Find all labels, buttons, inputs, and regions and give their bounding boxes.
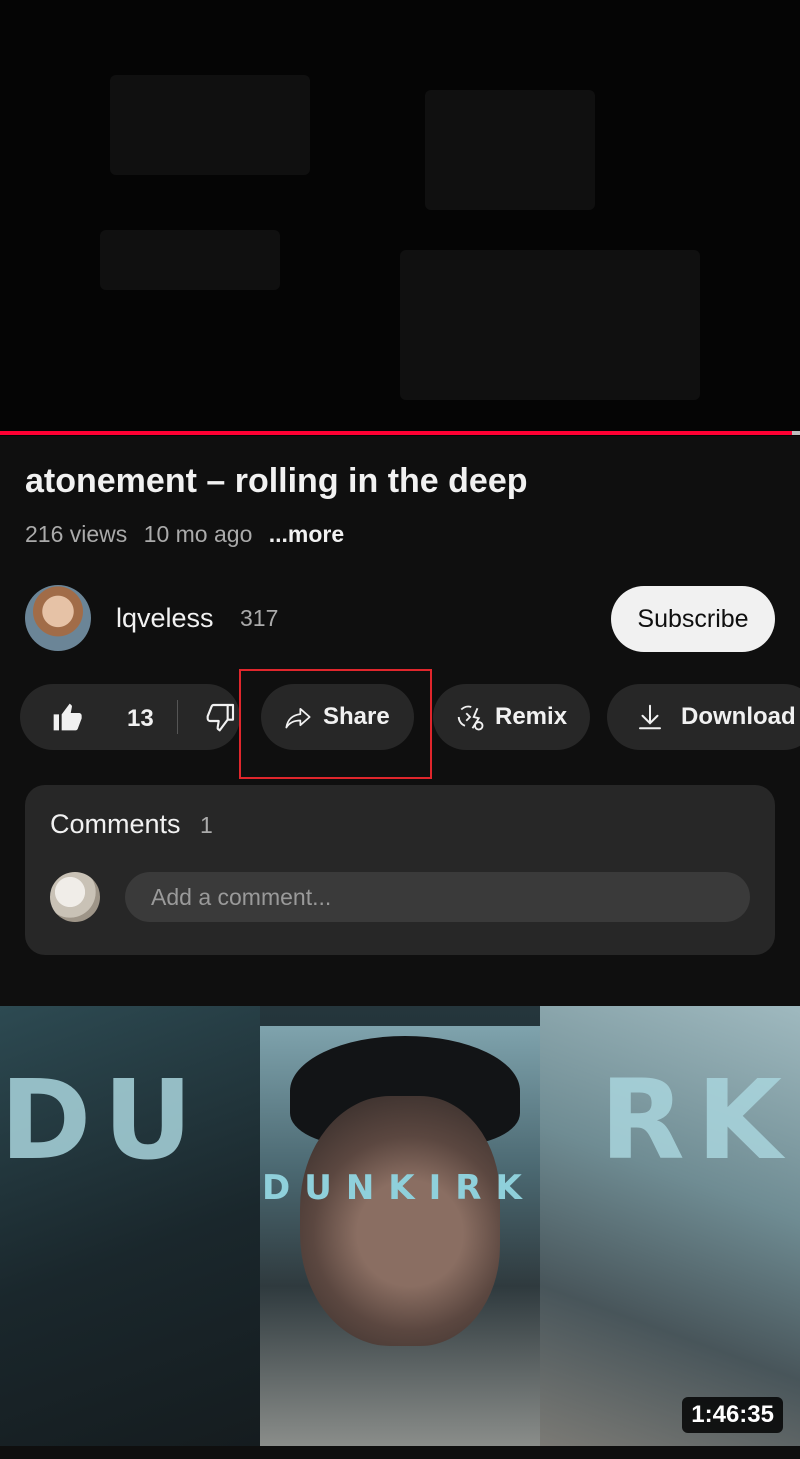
subscriber-count: 317 xyxy=(240,605,279,631)
player-frame-shape xyxy=(400,250,700,400)
like-dislike-pill: 13 xyxy=(20,684,240,750)
more-button[interactable]: ...more xyxy=(269,521,344,547)
video-meta[interactable]: 216 views 10 mo ago ...more xyxy=(25,521,354,548)
view-count: 216 views xyxy=(25,521,128,547)
video-progress-fill xyxy=(0,431,792,435)
thumbnail-text-center: DUNKIRK xyxy=(262,1168,536,1208)
download-icon xyxy=(639,704,661,730)
download-button[interactable]: Download xyxy=(607,684,800,750)
channel-name[interactable]: lqveless xyxy=(116,603,214,634)
comment-input[interactable]: Add a comment... xyxy=(125,872,750,922)
thumbnail-text-right: RK xyxy=(600,1056,794,1184)
remix-icon xyxy=(457,705,484,731)
like-count: 13 xyxy=(127,705,154,732)
remix-label: Remix xyxy=(495,703,568,730)
download-label: Download xyxy=(681,703,796,730)
thumbnail-figure-face xyxy=(300,1096,500,1346)
comments-count: 1 xyxy=(200,812,213,838)
video-title: atonement – rolling in the deep xyxy=(25,462,528,500)
next-video-thumbnail[interactable]: DU RK DUNKIRK 1:46:35 xyxy=(0,1006,800,1446)
thumbs-up-icon[interactable] xyxy=(50,701,84,740)
video-player[interactable] xyxy=(0,0,800,436)
like-divider xyxy=(177,700,178,734)
video-duration-badge: 1:46:35 xyxy=(682,1397,783,1433)
player-frame-shape xyxy=(100,230,280,290)
user-avatar xyxy=(50,872,100,922)
subscribe-button[interactable]: Subscribe xyxy=(611,586,775,652)
share-highlight-box xyxy=(239,669,432,779)
thumbs-down-icon[interactable] xyxy=(204,701,238,740)
video-progress-bar[interactable] xyxy=(0,431,800,435)
remix-button[interactable]: Remix xyxy=(433,684,590,750)
comments-section[interactable]: Comments 1 Add a comment... xyxy=(25,785,775,955)
channel-row: lqveless 317 Subscribe xyxy=(0,585,800,653)
comments-title: Comments xyxy=(50,809,181,839)
channel-avatar[interactable] xyxy=(25,585,91,651)
upload-age: 10 mo ago xyxy=(143,521,253,547)
player-frame-shape xyxy=(425,90,595,210)
thumbnail-text-left: DU xyxy=(0,1056,205,1184)
player-frame-shape xyxy=(110,75,310,175)
